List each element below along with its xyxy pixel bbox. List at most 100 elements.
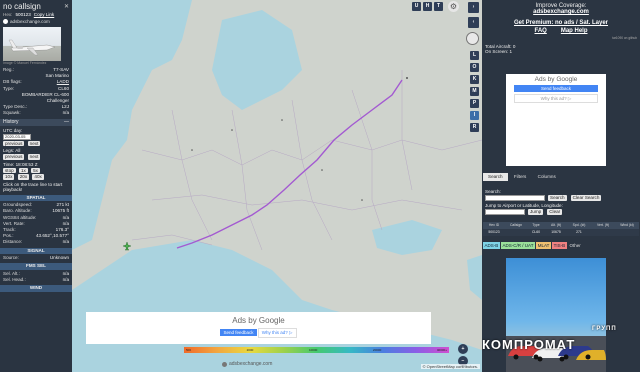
ad-brand: Ads by Google bbox=[534, 76, 578, 83]
history-header[interactable]: History — bbox=[0, 118, 72, 126]
speed-5x-button[interactable]: 5x bbox=[31, 167, 40, 174]
table-row[interactable]: 500123 CL60 10675 271 bbox=[483, 229, 639, 236]
map-watermark: adsbexchange.com bbox=[222, 361, 272, 367]
tab-filters[interactable]: Filters bbox=[509, 173, 532, 181]
close-icon[interactable]: ✕ bbox=[64, 3, 69, 10]
wind-section[interactable]: WIND bbox=[0, 285, 72, 292]
legend-other[interactable]: Other bbox=[568, 242, 582, 249]
hex-value: 500123 bbox=[15, 12, 31, 17]
map-button-r[interactable]: R bbox=[470, 123, 479, 132]
on-screen-count: On Screen: 1 bbox=[485, 49, 513, 54]
cell-callsign bbox=[505, 229, 527, 236]
adsbx-logo-icon bbox=[222, 361, 227, 367]
col-alt[interactable]: Alt. (ft) bbox=[545, 222, 567, 229]
cell-wind bbox=[615, 229, 639, 236]
copy-link[interactable]: Copy Link bbox=[34, 12, 54, 17]
prev-day-button[interactable]: previous bbox=[3, 140, 25, 147]
col-vert[interactable]: Vert. (ft) bbox=[591, 222, 615, 229]
map-button-k[interactable]: K bbox=[470, 75, 479, 84]
speed-1x-button[interactable]: 1x bbox=[18, 167, 28, 174]
col-type[interactable]: Type bbox=[527, 222, 545, 229]
col-speed[interactable]: Spd. (kt) bbox=[567, 222, 591, 229]
right-panel: Improve Coverage: adsbexchange.com Get P… bbox=[482, 0, 640, 372]
improve-link[interactable]: adsbexchange.com bbox=[482, 9, 640, 15]
sidebar-ad[interactable]: Ads by Google Send feedback Why this ad?… bbox=[506, 74, 606, 166]
faq-link[interactable]: FAQ bbox=[534, 28, 546, 34]
cell-type: CL60 bbox=[531, 230, 541, 234]
col-hex[interactable]: Hex ID bbox=[483, 222, 505, 229]
ad-send-feedback-button[interactable]: Send feedback bbox=[514, 85, 598, 92]
cell-vert bbox=[591, 229, 615, 236]
jump-input[interactable] bbox=[485, 209, 525, 215]
clear-jump-button[interactable]: Clear bbox=[547, 209, 563, 215]
map-help-link[interactable]: Map Help bbox=[561, 28, 588, 34]
col-callsign[interactable]: Callsign bbox=[505, 222, 527, 229]
map-button-p[interactable]: P bbox=[470, 99, 479, 108]
collapse-left-icon[interactable]: ‹ bbox=[468, 17, 479, 28]
fms-section[interactable]: FMS SEL bbox=[0, 263, 72, 270]
watermark-small: ГРУПП bbox=[592, 326, 617, 332]
map-ad-banner[interactable]: Ads by Google Send feedback Why this ad?… bbox=[86, 312, 431, 344]
premium-link[interactable]: Get Premium: no ads / Sat. Layer bbox=[482, 20, 640, 26]
search-input[interactable] bbox=[485, 195, 545, 201]
jet-photo bbox=[8, 39, 56, 56]
cars-illustration bbox=[506, 336, 606, 372]
legend-tisb[interactable]: TIS-B bbox=[552, 242, 567, 249]
scale-label: 20000 bbox=[372, 348, 382, 352]
sidebar-image-ad[interactable] bbox=[506, 258, 606, 372]
speed-40x-button[interactable]: 40x bbox=[32, 174, 44, 180]
next-leg-button[interactable]: next bbox=[27, 154, 41, 160]
tab-search[interactable]: Search bbox=[483, 173, 508, 181]
aircraft-photo[interactable] bbox=[3, 27, 61, 61]
adsbx-logo-icon bbox=[3, 19, 8, 24]
signal-section[interactable]: SIGNAL bbox=[0, 247, 72, 255]
speed-10x-button[interactable]: 10x bbox=[3, 174, 15, 180]
jump-button[interactable]: Jump bbox=[528, 209, 544, 215]
collapse-right-icon[interactable]: › bbox=[468, 2, 479, 13]
speed-20x-button[interactable]: 20x bbox=[17, 174, 30, 180]
site-link[interactable]: adsbexchange.com bbox=[10, 19, 50, 24]
tab-columns[interactable]: Columns bbox=[533, 173, 561, 181]
clear-search-button[interactable]: Clear Search bbox=[570, 195, 602, 201]
stop-button[interactable]: stop bbox=[3, 167, 16, 174]
compass-icon[interactable] bbox=[466, 32, 479, 45]
legend-adsc[interactable]: ADS-C/R / UAT bbox=[501, 242, 535, 249]
ad-send-feedback-button[interactable]: Send feedback bbox=[220, 329, 257, 336]
watermark-big: КОМПРОМАТ bbox=[482, 337, 576, 352]
map-button-o[interactable]: O bbox=[470, 63, 479, 72]
map-button-h[interactable]: H bbox=[423, 2, 432, 11]
map-button-l[interactable]: L bbox=[470, 51, 479, 60]
next-day-button[interactable]: next bbox=[27, 140, 41, 147]
version-link[interactable]: tar1090 on github bbox=[482, 36, 640, 40]
spatial-section[interactable]: SPATIAL bbox=[0, 194, 72, 202]
legend-mlat[interactable]: MLAT bbox=[536, 242, 551, 249]
legend-adsb[interactable]: ADS-B bbox=[483, 242, 500, 249]
sidebar-tabs: Search Filters Columns bbox=[483, 173, 561, 181]
settings-gear-icon[interactable]: ⚙ bbox=[448, 1, 459, 12]
col-wind[interactable]: Wind (kt) bbox=[615, 222, 639, 229]
prev-leg-button[interactable]: previous bbox=[3, 154, 25, 160]
history-title: History bbox=[3, 118, 19, 125]
fms-key: Sel. Head.: bbox=[3, 276, 26, 282]
ad-why-button[interactable]: Why this ad? ▷ bbox=[514, 94, 598, 103]
altitude-color-scale: 500 2000 10000 20000 40000+ bbox=[184, 347, 449, 353]
signal-key: Source: bbox=[3, 255, 19, 261]
utc-day-input[interactable]: 2020-03-05 bbox=[3, 133, 31, 140]
info-key: Reg.: bbox=[3, 67, 14, 72]
ad-why-button[interactable]: Why this ad? ▷ bbox=[257, 328, 297, 338]
map-button-m[interactable]: M bbox=[470, 87, 479, 96]
cell-speed: 271 bbox=[576, 230, 582, 234]
trace-time: Time: 18:08:53 Z bbox=[3, 161, 38, 167]
hex-label: Hex: bbox=[3, 12, 13, 17]
spatial-list: Groundspeed: 271 kt Baro. Altitude: 10675 … bbox=[0, 202, 72, 245]
map-view[interactable]: U H T ⚙ › ‹ L O K M P I R Ads by Google … bbox=[72, 0, 482, 372]
map-button-i[interactable]: I bbox=[470, 111, 479, 120]
search-button[interactable]: Search bbox=[548, 195, 567, 201]
legs-label: Legs: All bbox=[3, 148, 21, 154]
map-button-t[interactable]: T bbox=[434, 2, 443, 11]
zoom-in-button[interactable]: + bbox=[458, 344, 468, 354]
osm-attribution[interactable]: © OpenStreetMap contributors. bbox=[420, 364, 480, 369]
map-button-u[interactable]: U bbox=[412, 2, 421, 11]
scale-label: 2000 bbox=[246, 348, 254, 352]
history-toggle[interactable]: — bbox=[64, 119, 69, 126]
